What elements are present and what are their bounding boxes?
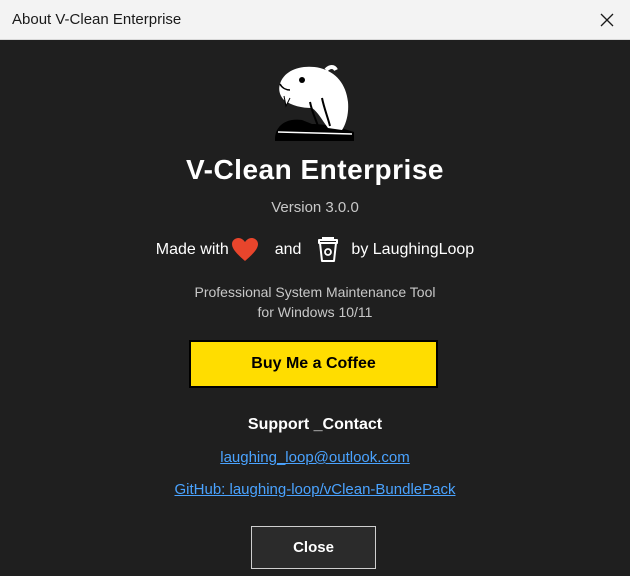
description-line-1: Professional System Maintenance Tool — [194, 284, 436, 300]
github-link[interactable]: GitHub: laughing-loop/vClean-BundlePack — [0, 481, 630, 498]
window-title: About V-Clean Enterprise — [12, 11, 182, 28]
version-label: Version 3.0.0 — [271, 199, 359, 216]
close-button[interactable]: Close — [251, 526, 376, 569]
description-line-2: for Windows 10/11 — [257, 304, 373, 320]
support-contact-heading: Support _Contact — [247, 416, 383, 433]
close-icon — [600, 13, 614, 27]
app-name: V-Clean Enterprise — [186, 154, 444, 185]
about-dialog-body: V-Clean Enterprise Version 3.0.0 Made wi… — [0, 40, 630, 576]
email-link[interactable]: laughing_loop@outlook.com — [0, 449, 630, 466]
and-text: and — [274, 241, 302, 258]
window-close-button[interactable] — [590, 4, 624, 36]
title-bar: About V-Clean Enterprise — [0, 0, 630, 40]
made-with-row: Made with and by LaughingLoop — [0, 234, 630, 266]
coffee-cup-icon — [317, 237, 339, 263]
heart-icon — [231, 237, 259, 263]
beaver-logo-icon — [275, 65, 354, 141]
author-text: by LaughingLoop — [351, 241, 475, 258]
made-with-text: Made with — [155, 241, 229, 258]
description: Professional System Maintenance Tool for… — [0, 282, 630, 322]
buy-me-a-coffee-button[interactable]: Buy Me a Coffee — [189, 340, 438, 388]
